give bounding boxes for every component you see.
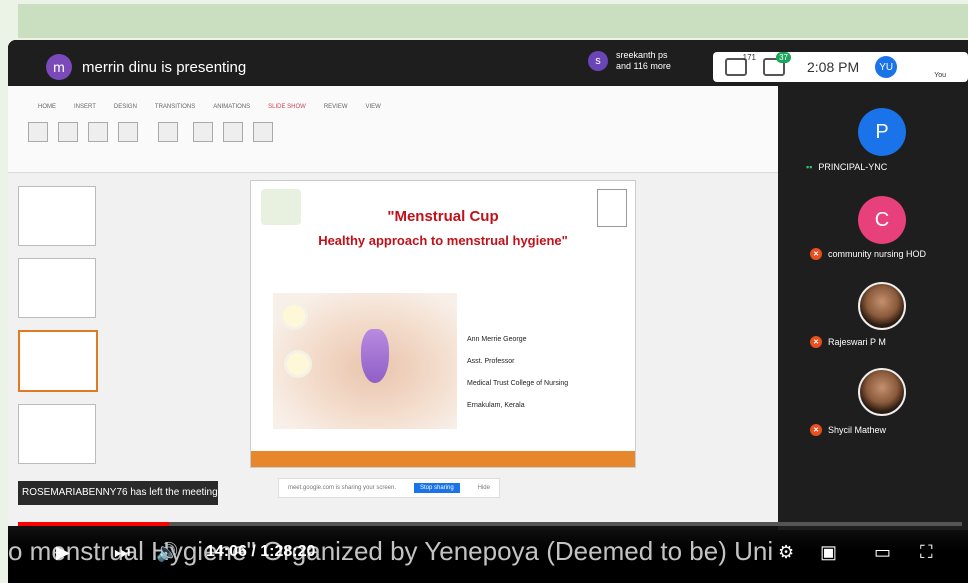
stop-sharing-button[interactable]: Stop sharing [413, 483, 460, 493]
author-name: Ann Merrie George [467, 336, 527, 343]
participants-panel: P ▪▪ PRINCIPAL-YNC C ✕ community nursing H… [778, 86, 968, 530]
ribbon-button [58, 122, 78, 142]
ribbon-button [118, 122, 138, 142]
slide-thumbnail [18, 404, 96, 464]
shared-screen: HOME INSERT DESIGN TRANSITIONS ANIMATIONS SLI… [8, 86, 778, 570]
people-icon[interactable]: 171 [725, 53, 756, 76]
page-top-band [18, 4, 968, 38]
fullscreen-icon[interactable]: ⛶ [920, 542, 933, 563]
presenter-avatar: m [46, 54, 72, 80]
you-label: You [934, 72, 946, 79]
slide-subtitle: Healthy approach to menstrual hygiene" [318, 233, 568, 248]
slide-thumbnails [18, 186, 98, 476]
participant-name: ▪▪ PRINCIPAL-YNC [806, 162, 888, 172]
author-block: Ann Merrie George Asst. Professor Medica… [467, 329, 568, 417]
attendee-summary[interactable]: s sreekanth ps and 116 more [588, 50, 671, 72]
time-display: 14:06 / 1:28:20 [206, 543, 316, 560]
hands-with-cup-image [273, 293, 457, 429]
ribbon-button [158, 122, 178, 142]
author-place: Ernakulam, Kerala [467, 402, 525, 409]
participant-photo [858, 368, 906, 416]
attendee-more: and 116 more [616, 61, 671, 71]
progress-fill [18, 522, 170, 526]
progress-bar[interactable] [18, 522, 962, 526]
mic-muted-icon: ✕ [810, 336, 822, 348]
chat-icon[interactable]: 37 [763, 52, 791, 76]
video-player[interactable]: m merrin dinu is presenting s sreekanth … [8, 40, 968, 583]
slide-thumbnail [18, 186, 96, 246]
ribbon-button [223, 122, 243, 142]
current-slide: "Menstrual Cup Healthy approach to menst… [250, 180, 636, 468]
video-frame: m merrin dinu is presenting s sreekanth … [8, 40, 968, 570]
mic-muted-icon: ✕ [810, 248, 822, 260]
chat-badge: 37 [776, 52, 791, 63]
slide-footer-bar [251, 451, 635, 467]
participant-name: ✕ Rajeswari P M [778, 336, 968, 348]
participant-name: ✕ community nursing HOD [778, 248, 968, 260]
participant-avatar: P [858, 108, 906, 156]
slide-title: "Menstrual Cup [387, 208, 499, 225]
user-avatar[interactable]: YU [875, 56, 898, 78]
mic-muted-icon: ✕ [810, 424, 822, 436]
slide-thumbnail-selected [18, 330, 98, 392]
time-total: 1:28:20 [260, 543, 316, 560]
presenter-label: m merrin dinu is presenting [46, 54, 246, 80]
clock: 2:08 PM [807, 59, 860, 75]
ribbon-button [28, 122, 48, 142]
ribbon-tabs: HOME INSERT DESIGN TRANSITIONS ANIMATIONS SLI… [38, 104, 381, 110]
ribbon-button [193, 122, 213, 142]
screen-share-bar: meet.google.com is sharing your screen. … [278, 478, 500, 498]
left-meeting-notice: ROSEMARIABENNY76 has left the meeting [18, 481, 218, 505]
meet-toolbar: 171 37 2:08 PM YU You [713, 52, 968, 82]
attendee-name: sreekanth ps [616, 50, 668, 60]
theater-icon[interactable]: ▭ [874, 542, 891, 563]
menstrual-cup-graphic [361, 329, 389, 383]
participant-name: ✕ Shycil Mathew [778, 424, 968, 436]
participant-photo [858, 282, 906, 330]
author-role: Asst. Professor [467, 358, 515, 365]
ribbon-button [253, 122, 273, 142]
presenter-text: merrin dinu is presenting [82, 58, 247, 76]
next-icon[interactable]: ⏭ [114, 542, 130, 563]
ribbon-button [88, 122, 108, 142]
attendee-avatar: s [588, 51, 608, 71]
author-college: Medical Trust College of Nursing [467, 380, 569, 387]
miniplayer-icon[interactable]: ▣ [820, 542, 837, 563]
powerpoint-ribbon: HOME INSERT DESIGN TRANSITIONS ANIMATIONS SLI… [8, 86, 778, 173]
meet-top-bar: m merrin dinu is presenting s sreekanth … [8, 40, 968, 86]
time-current: 14:06 [206, 543, 247, 560]
share-text: meet.google.com is sharing your screen. [287, 485, 397, 491]
volume-icon[interactable]: 🔊 [156, 542, 178, 563]
slide-thumbnail [18, 258, 96, 318]
settings-icon[interactable]: ⚙ [778, 542, 794, 563]
play-icon[interactable]: ▶ [56, 542, 70, 563]
hide-button[interactable]: Hide [478, 485, 490, 491]
participant-avatar: C [858, 196, 906, 244]
